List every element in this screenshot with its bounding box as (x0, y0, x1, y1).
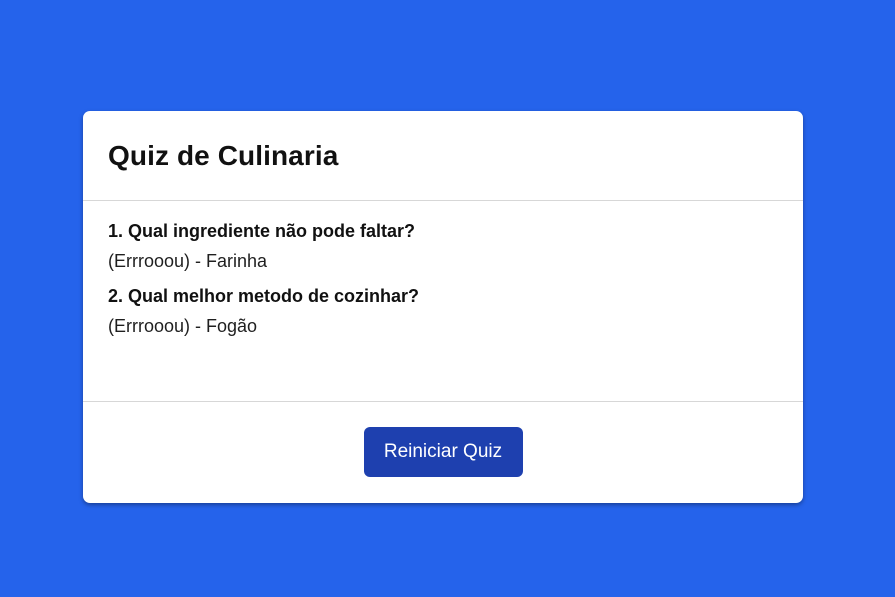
question-item: 1. Qual ingrediente não pode faltar? (Er… (108, 220, 778, 272)
quiz-title: Quiz de Culinaria (108, 139, 339, 171)
question-text: 1. Qual ingrediente não pode faltar? (108, 221, 416, 241)
quiz-card-footer: Reiniciar Quiz (83, 402, 803, 503)
quiz-results: 1. Qual ingrediente não pode faltar? (Er… (83, 201, 803, 402)
quiz-card-header: Quiz de Culinaria (83, 111, 803, 201)
quiz-card: Quiz de Culinaria 1. Qual ingrediente nã… (83, 111, 803, 503)
question-text: 2. Qual melhor metodo de cozinhar? (108, 286, 420, 306)
restart-quiz-button[interactable]: Reiniciar Quiz (363, 427, 523, 477)
page-background: { "quiz": { "title": "Quiz de Culinaria"… (0, 0, 895, 597)
answer-result: (Errrooou) - Fogão (108, 316, 258, 336)
answer-result: (Errrooou) - Farinha (108, 251, 268, 271)
question-item: 2. Qual melhor metodo de cozinhar? (Errr… (108, 285, 778, 337)
